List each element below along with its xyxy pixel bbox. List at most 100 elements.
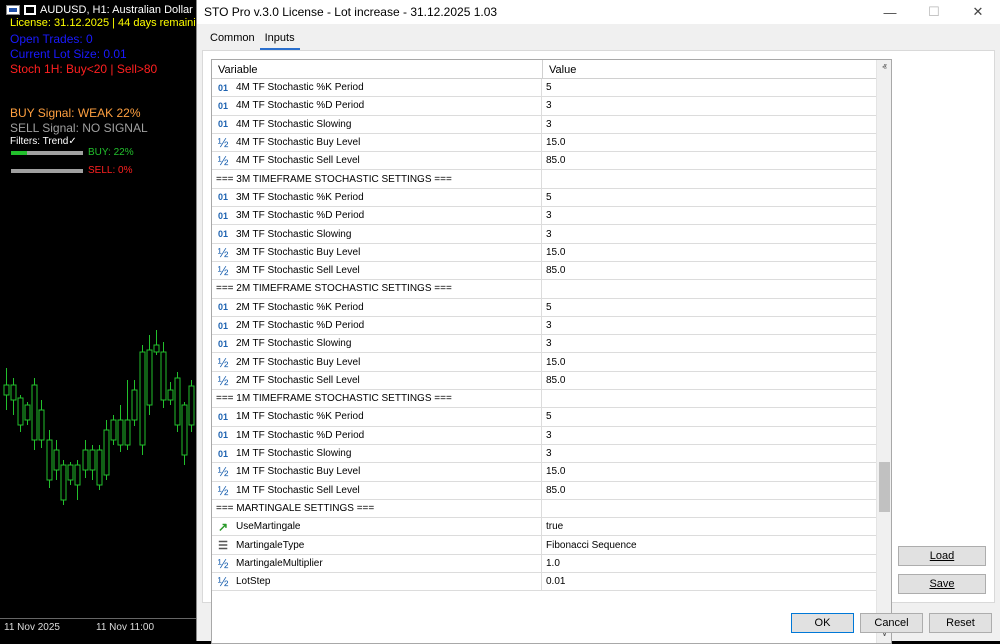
row-variable-cell[interactable]: === 1M TIMEFRAME STOCHASTIC SETTINGS ===	[212, 390, 542, 408]
input-row[interactable]: ½ MartingaleMultiplier 1.0	[212, 554, 876, 574]
section-row[interactable]: === 2M TIMEFRAME STOCHASTIC SETTINGS ===	[212, 280, 876, 299]
row-variable-cell[interactable]: ↗ UseMartingale	[212, 518, 542, 536]
row-variable-cell[interactable]: ½ 4M TF Stochastic Buy Level	[212, 133, 542, 152]
row-value-cell[interactable]: 85.0	[543, 152, 876, 169]
cancel-button[interactable]: Cancel	[860, 613, 923, 633]
row-value-cell[interactable]: 15.0	[543, 353, 876, 370]
input-row[interactable]: 01 1M TF Stochastic %K Period 5	[212, 408, 876, 427]
row-variable-cell[interactable]: 01 3M TF Stochastic %D Period	[212, 207, 542, 225]
row-value-cell[interactable]: 3	[543, 97, 876, 114]
row-value-cell[interactable]	[543, 500, 876, 517]
input-row[interactable]: 01 4M TF Stochastic %K Period 5	[212, 79, 876, 98]
input-row[interactable]: ½ 2M TF Stochastic Sell Level 85.0	[212, 371, 876, 391]
column-value[interactable]: Value	[549, 64, 576, 76]
row-value-cell[interactable]: 85.0	[543, 262, 876, 279]
row-variable-cell[interactable]: 01 1M TF Stochastic %D Period	[212, 426, 542, 444]
row-value-cell[interactable]: 15.0	[543, 463, 876, 480]
row-value-cell[interactable]	[543, 280, 876, 297]
row-variable-cell[interactable]: ½ 1M TF Stochastic Buy Level	[212, 463, 542, 481]
input-row[interactable]: 01 2M TF Stochastic %K Period 5	[212, 298, 876, 317]
tab-common[interactable]: Common	[205, 30, 260, 50]
input-row[interactable]: ½ 1M TF Stochastic Sell Level 85.0	[212, 481, 876, 500]
row-variable-cell[interactable]: ½ 4M TF Stochastic Sell Level	[212, 152, 542, 170]
input-row[interactable]: 01 3M TF Stochastic %K Period 5	[212, 188, 876, 208]
row-variable-cell[interactable]: 01 4M TF Stochastic %K Period	[212, 79, 542, 97]
row-variable-cell[interactable]: 01 2M TF Stochastic Slowing	[212, 335, 542, 353]
row-variable-cell[interactable]: ½ 2M TF Stochastic Buy Level	[212, 353, 542, 371]
column-divider[interactable]	[542, 60, 543, 79]
row-value-cell[interactable]: 15.0	[543, 244, 876, 261]
row-value-cell[interactable]: 5	[543, 408, 876, 425]
section-row[interactable]: === 1M TIMEFRAME STOCHASTIC SETTINGS ===	[212, 390, 876, 409]
section-row[interactable]: === 3M TIMEFRAME STOCHASTIC SETTINGS ===	[212, 170, 876, 189]
row-variable-cell[interactable]: ☰ MartingaleType	[212, 536, 542, 554]
row-value-cell[interactable]: 3	[543, 225, 876, 242]
minimize-button[interactable]: —	[868, 5, 912, 20]
scroll-up-arrow-icon[interactable]: ⱏ	[877, 62, 891, 73]
input-row[interactable]: ↗ UseMartingale true	[212, 518, 876, 537]
row-variable-cell[interactable]: === 3M TIMEFRAME STOCHASTIC SETTINGS ===	[212, 170, 542, 188]
scroll-thumb[interactable]	[879, 462, 890, 512]
dialog-titlebar[interactable]: STO Pro v.3.0 License - Lot increase - 3…	[197, 0, 1000, 24]
input-row[interactable]: ½ 4M TF Stochastic Sell Level 85.0	[212, 152, 876, 171]
load-button[interactable]: Load	[898, 546, 986, 566]
row-variable-cell[interactable]: 01 4M TF Stochastic %D Period	[212, 97, 542, 115]
tab-inputs[interactable]: Inputs	[259, 30, 300, 50]
input-row[interactable]: ½ 4M TF Stochastic Buy Level 15.0	[212, 133, 876, 153]
row-value-cell[interactable]	[543, 170, 876, 187]
row-value-cell[interactable]: 3	[543, 207, 876, 224]
input-row[interactable]: ½ 3M TF Stochastic Buy Level 15.0	[212, 243, 876, 262]
input-row[interactable]: 01 4M TF Stochastic Slowing 3	[212, 115, 876, 134]
row-value-cell[interactable]: 3	[543, 427, 876, 444]
row-variable-cell[interactable]: === MARTINGALE SETTINGS ===	[212, 499, 542, 518]
row-variable-cell[interactable]: ½ 1M TF Stochastic Sell Level	[212, 481, 542, 499]
row-value-cell[interactable]: 5	[543, 299, 876, 316]
row-variable-cell[interactable]: 01 2M TF Stochastic %D Period	[212, 316, 542, 335]
vertical-scrollbar[interactable]: ⱏ ∨	[876, 60, 891, 643]
row-variable-cell[interactable]: 01 2M TF Stochastic %K Period	[212, 298, 542, 316]
input-row[interactable]: ½ 1M TF Stochastic Buy Level 15.0	[212, 463, 876, 482]
row-variable-cell[interactable]: 01 3M TF Stochastic %K Period	[212, 188, 542, 207]
input-row[interactable]: 01 3M TF Stochastic Slowing 3	[212, 225, 876, 244]
row-value-cell[interactable]: 1.0	[543, 555, 876, 572]
row-variable-cell[interactable]: 01 3M TF Stochastic Slowing	[212, 225, 542, 243]
row-variable-cell[interactable]: ½ MartingaleMultiplier	[212, 554, 542, 573]
input-row[interactable]: ½ 3M TF Stochastic Sell Level 85.0	[212, 261, 876, 281]
row-value-cell[interactable]: 3	[543, 116, 876, 133]
chart-panel[interactable]: AUDUSD, H1: Australian Dollar vs US Lice…	[0, 0, 196, 641]
row-variable-cell[interactable]: === 2M TIMEFRAME STOCHASTIC SETTINGS ===	[212, 280, 542, 298]
row-value-cell[interactable]: Fibonacci Sequence	[543, 536, 876, 553]
input-row[interactable]: ☰ MartingaleType Fibonacci Sequence	[212, 536, 876, 555]
row-value-cell[interactable]: true	[543, 518, 876, 535]
input-row[interactable]: 01 4M TF Stochastic %D Period 3	[212, 97, 876, 116]
row-value-cell[interactable]: 85.0	[543, 482, 876, 499]
input-row[interactable]: 01 1M TF Stochastic Slowing 3	[212, 444, 876, 464]
row-value-cell[interactable]: 3	[543, 335, 876, 352]
ok-button[interactable]: OK	[791, 613, 854, 633]
row-value-cell[interactable]: 3	[543, 445, 876, 462]
input-row[interactable]: 01 1M TF Stochastic %D Period 3	[212, 426, 876, 445]
row-value-cell[interactable]	[543, 390, 876, 407]
row-value-cell[interactable]: 15.0	[543, 134, 876, 151]
row-variable-cell[interactable]: 01 4M TF Stochastic Slowing	[212, 115, 542, 133]
save-button[interactable]: Save	[898, 574, 986, 594]
row-variable-cell[interactable]: 01 1M TF Stochastic %K Period	[212, 408, 542, 426]
input-row[interactable]: 01 2M TF Stochastic Slowing 3	[212, 335, 876, 354]
row-variable-cell[interactable]: ½ 3M TF Stochastic Sell Level	[212, 261, 542, 280]
row-value-cell[interactable]: 0.01	[543, 573, 876, 590]
row-variable-cell[interactable]: 01 1M TF Stochastic Slowing	[212, 444, 542, 463]
row-value-cell[interactable]: 5	[543, 189, 876, 206]
row-value-cell[interactable]: 85.0	[543, 372, 876, 389]
input-row[interactable]: 01 2M TF Stochastic %D Period 3	[212, 316, 876, 336]
row-value-cell[interactable]: 3	[543, 317, 876, 334]
input-row[interactable]: ½ 2M TF Stochastic Buy Level 15.0	[212, 353, 876, 372]
inputs-grid[interactable]: Variable Value 01 4M TF Stochastic %K Per…	[211, 59, 892, 644]
section-row[interactable]: === MARTINGALE SETTINGS ===	[212, 499, 876, 519]
close-button[interactable]: ✕	[956, 4, 1000, 20]
reset-button[interactable]: Reset	[929, 613, 992, 633]
row-value-cell[interactable]: 5	[543, 79, 876, 96]
maximize-button[interactable]: ☐	[912, 4, 956, 20]
row-variable-cell[interactable]: ½ 3M TF Stochastic Buy Level	[212, 243, 542, 261]
row-variable-cell[interactable]: ½ 2M TF Stochastic Sell Level	[212, 371, 542, 390]
row-variable-cell[interactable]: ½ LotStep	[212, 573, 542, 591]
